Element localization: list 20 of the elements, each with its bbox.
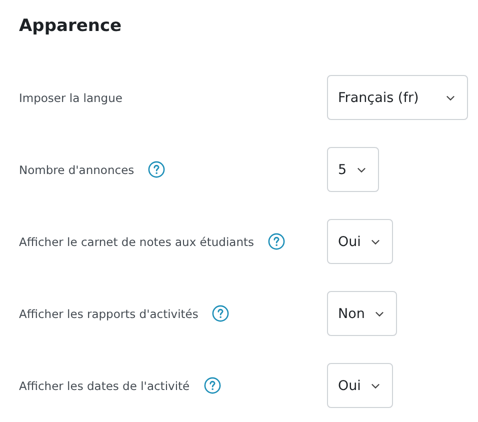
help-icon[interactable] xyxy=(148,161,166,178)
help-icon[interactable] xyxy=(212,305,230,322)
setting-label: Nombre d'annonces xyxy=(19,162,134,176)
select-dropdown[interactable]: 5 xyxy=(327,147,379,192)
chevron-down-icon xyxy=(356,166,366,172)
section-title: Apparence xyxy=(19,15,123,38)
chevron-down-icon xyxy=(370,238,380,244)
setting-label: Imposer la langue xyxy=(19,90,122,104)
help-icon[interactable] xyxy=(204,377,221,394)
chevron-down-icon xyxy=(374,310,384,316)
chevron-down-icon xyxy=(370,382,380,388)
select-dropdown[interactable]: Non xyxy=(327,291,397,336)
select-dropdown[interactable]: Français (fr) xyxy=(327,75,468,120)
chevron-down-icon xyxy=(446,94,455,100)
select-dropdown[interactable]: Oui xyxy=(327,219,393,264)
setting-label: Afficher le carnet de notes aux étudiants xyxy=(19,234,254,248)
setting-label: Afficher les rapports d'activités xyxy=(19,306,198,320)
setting-label: Afficher les dates de l'activité xyxy=(19,378,190,392)
select-dropdown[interactable]: Oui xyxy=(327,363,393,408)
help-icon[interactable] xyxy=(268,233,285,250)
